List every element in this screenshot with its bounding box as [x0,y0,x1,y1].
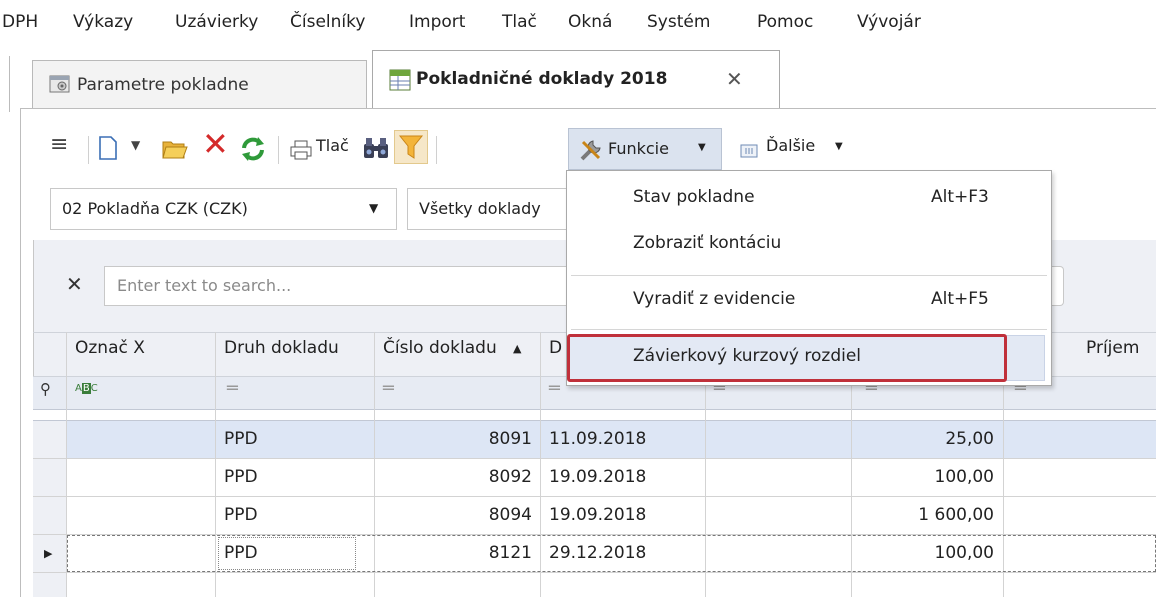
cell-suma: 1 600,00 [918,505,994,525]
funkcie-label: Funkcie [608,139,669,158]
menu-pomoc[interactable]: Pomoc [757,12,813,32]
cell-datum: 19.09.2018 [549,467,647,487]
menu-uzavierky[interactable]: Uzávierky [175,12,258,32]
tools-icon [579,138,603,167]
tab-pokladnicne-doklady[interactable]: Pokladničné doklady 2018 ✕ [372,50,780,110]
row-line [33,496,1156,497]
row-line [33,420,1156,421]
binoculars-icon[interactable] [362,136,390,165]
cashbox-select[interactable]: 02 Pokladňa CZK (CZK) ▼ [50,188,397,230]
menu-item-zobrazit-kontaciu[interactable]: Zobraziť kontáciu [567,223,1051,269]
col-druh-dokladu[interactable]: Druh dokladu [224,338,339,376]
search-input-end [1050,266,1064,306]
menu-item-label: Zobraziť kontáciu [633,233,782,253]
equals-operator-icon[interactable]: ═ [227,378,238,399]
cell-druh: PPD [224,505,258,525]
doc-filter-value: Všetky doklady [419,199,541,218]
menu-dph[interactable]: DPH [2,12,38,32]
row-line [33,572,1156,573]
chevron-down-icon: ▼ [369,201,379,215]
menu-item-shortcut: Alt+F3 [931,187,989,207]
cell-cislo: 8121 [488,543,532,563]
hamburger-menu-icon[interactable]: ≡ [50,132,68,157]
more-icon [740,143,758,163]
tab-strip: Parametre pokladne Pokladničné doklady 2… [0,44,1156,112]
cell-suma: 100,00 [934,467,994,487]
cell-druh[interactable]: PPD [224,543,258,563]
highlight-frame [567,334,1007,382]
search-placeholder: Enter text to search... [117,276,292,295]
cell-suma: 100,00 [934,543,994,563]
tab-label: Parametre pokladne [77,75,249,95]
abc-filter-icon[interactable]: ABC [75,383,98,394]
row-line [33,458,1156,459]
cell-cislo: 8094 [488,505,532,525]
menu-separator [571,329,1047,330]
menu-ciselniky[interactable]: Číselníky [290,12,365,32]
equals-operator-icon[interactable]: ═ [383,378,394,399]
chevron-down-icon[interactable]: ▼ [131,138,140,152]
print-button-label[interactable]: Tlač [316,136,349,155]
filter-pin-icon: ⚲ [40,380,51,398]
cell-druh: PPD [224,467,258,487]
menu-bar: DPH Výkazy Uzávierky Číselníky Import Tl… [0,0,1156,44]
menu-import[interactable]: Import [409,12,465,32]
cashbox-value: 02 Pokladňa CZK (CZK) [62,199,248,218]
menu-item-stav-pokladne[interactable]: Stav pokladne Alt+F3 [567,177,1051,223]
menu-item-shortcut: Alt+F5 [931,289,989,309]
col-prijem[interactable]: Príjem [1086,338,1139,376]
toolbar-separator [436,136,437,164]
table-window-icon [389,69,411,91]
col-oznac[interactable]: Označ X [75,338,145,376]
delete-icon[interactable]: ✕ [202,128,229,160]
menu-vyvojar[interactable]: Vývojár [857,12,921,32]
row-indicator-column [33,420,66,597]
chevron-down-icon[interactable]: ▼ [835,141,843,152]
refresh-icon[interactable] [240,136,266,167]
menu-separator [571,275,1047,276]
cell-cislo: 8091 [488,429,532,449]
chevron-down-icon: ▼ [698,142,706,153]
menu-vykazy[interactable]: Výkazy [73,12,133,32]
sort-ascending-icon: ▲ [513,342,522,355]
close-icon[interactable]: ✕ [726,67,743,91]
open-folder-icon[interactable] [162,138,188,165]
menu-system[interactable]: Systém [647,12,710,32]
menu-item-label: Vyradiť z evidencie [633,289,796,309]
clear-search-icon[interactable]: ✕ [66,272,83,296]
row-pointer-icon: ▶ [44,547,53,560]
printer-icon[interactable] [290,140,312,165]
settings-window-icon [49,74,71,94]
menu-item-label: Stav pokladne [633,187,755,207]
new-document-icon[interactable] [98,136,118,165]
col-cislo-dokladu[interactable]: Číslo dokladu [383,338,497,376]
doc-filter-select[interactable]: Všetky doklady [407,188,577,230]
toolbar-separator [88,136,89,164]
equals-operator-icon[interactable]: ═ [549,378,560,399]
cell-datum: 29.12.2018 [549,543,647,563]
menu-tlac[interactable]: Tlač [502,12,537,32]
funkcie-button[interactable]: Funkcie ▼ [568,128,722,170]
cell-druh: PPD [224,429,258,449]
tab-parametre-pokladne[interactable]: Parametre pokladne [32,60,367,110]
dalsie-button[interactable]: Ďalšie [766,136,815,155]
cell-datum: 11.09.2018 [549,429,647,449]
cell-cislo: 8092 [488,467,532,487]
cell-datum: 19.09.2018 [549,505,647,525]
menu-item-vyradit-z-evidencie[interactable]: Vyradiť z evidencie Alt+F5 [567,279,1051,325]
filter-icon[interactable] [394,130,428,164]
cell-suma: 25,00 [945,429,994,449]
toolbar-separator [278,136,279,164]
menu-okna[interactable]: Okná [568,12,612,32]
tab-strip-edge [0,56,10,112]
col-datum[interactable]: D [549,338,562,376]
search-input[interactable]: Enter text to search... [104,266,574,306]
tab-label: Pokladničné doklady 2018 [416,69,668,89]
